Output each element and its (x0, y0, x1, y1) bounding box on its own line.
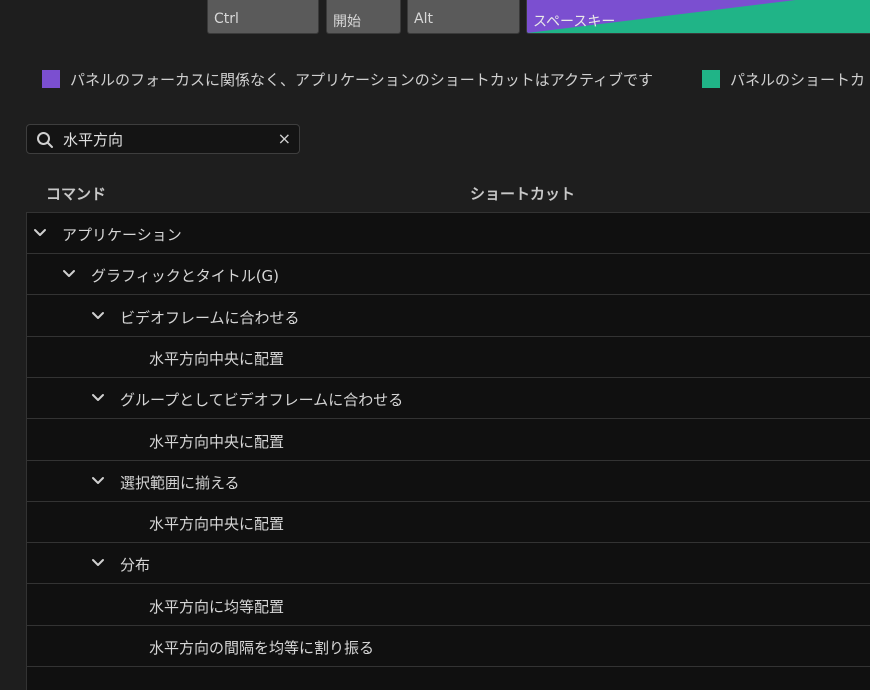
key-ctrl[interactable]: Ctrl (207, 0, 319, 34)
keyboard-layout: Ctrl 開始 Alt スペースキー (0, 0, 870, 36)
search-box: × (26, 124, 300, 154)
search-input[interactable] (63, 129, 263, 149)
key-label: スペースキー (533, 14, 616, 30)
panel-shortcut-swatch (702, 70, 720, 88)
chevron-down-icon[interactable] (62, 267, 76, 281)
key-start[interactable]: 開始 (326, 0, 401, 34)
panel-shortcut-legend-text: パネルのショートカ (730, 71, 866, 89)
tree-group-row[interactable]: アプリケーション (27, 213, 870, 254)
tree-row-label: 水平方向中央に配置 (149, 432, 285, 451)
tree-row-label: 分布 (120, 556, 151, 575)
tree-row-label: グループとしてビデオフレームに合わせる (120, 391, 404, 410)
tree-row-label: 水平方向の間隔を均等に割り振る (149, 639, 375, 657)
chevron-down-icon[interactable] (91, 556, 105, 570)
tree-row-label: グラフィックとタイトル(G) (91, 267, 280, 286)
command-column-header[interactable]: コマンド (46, 183, 106, 204)
tree-row-label: 水平方向に均等配置 (149, 597, 285, 616)
tree-group-row[interactable]: グループとしてビデオフレームに合わせる (27, 378, 870, 420)
shortcut-column-header[interactable]: ショートカット (470, 183, 575, 204)
keyboard-shortcuts-panel: Ctrl 開始 Alt スペースキー パネルのフォーカスに関係なく、アプリケーシ… (0, 0, 870, 690)
tree-group-row[interactable]: グラフィックとタイトル(G) (27, 254, 870, 296)
chevron-down-icon[interactable] (91, 309, 105, 323)
key-space[interactable]: スペースキー (526, 0, 870, 34)
tree-row-label: 選択範囲に揃える (120, 473, 240, 492)
key-label: Ctrl (214, 11, 239, 27)
chevron-down-icon[interactable] (91, 474, 105, 488)
tree-command-row[interactable]: 水平方向中央に配置 (27, 337, 870, 378)
tree-group-row[interactable]: ビデオフレームに合わせる (27, 296, 870, 337)
shortcut-legend: パネルのフォーカスに関係なく、アプリケーションのショートカットはアクティブです … (0, 66, 870, 92)
tree-group-row[interactable]: 選択範囲に揃える (27, 461, 870, 502)
chevron-down-icon[interactable] (91, 391, 105, 405)
command-tree-table: アプリケーショングラフィックとタイトル(G) ビデオフレームに合わせる水平方向中央… (26, 212, 870, 690)
app-shortcut-legend-text: パネルのフォーカスに関係なく、アプリケーションのショートカットはアクティブです (70, 71, 654, 89)
tree-command-row[interactable]: 水平方向中央に配置 (27, 420, 870, 461)
tree-command-row[interactable]: 水平方向中央に配置 (27, 502, 870, 544)
app-shortcut-swatch (42, 70, 60, 88)
tree-row-label: ビデオフレームに合わせる (120, 308, 300, 327)
key-label: Alt (414, 11, 433, 27)
tree-command-row[interactable]: 水平方向に均等配置 (27, 585, 870, 626)
tree-row-label: 水平方向中央に配置 (149, 515, 285, 534)
tree-group-row[interactable]: 分布 (27, 543, 870, 585)
clear-search-icon[interactable]: × (278, 129, 291, 148)
tree-row-label: 水平方向中央に配置 (149, 349, 285, 368)
tree-row-label: アプリケーション (62, 226, 182, 244)
search-icon (37, 132, 53, 148)
key-alt[interactable]: Alt (407, 0, 520, 34)
chevron-down-icon[interactable] (33, 226, 47, 240)
key-label: 開始 (333, 14, 361, 30)
tree-command-row[interactable]: 水平方向の間隔を均等に割り振る (27, 626, 870, 667)
